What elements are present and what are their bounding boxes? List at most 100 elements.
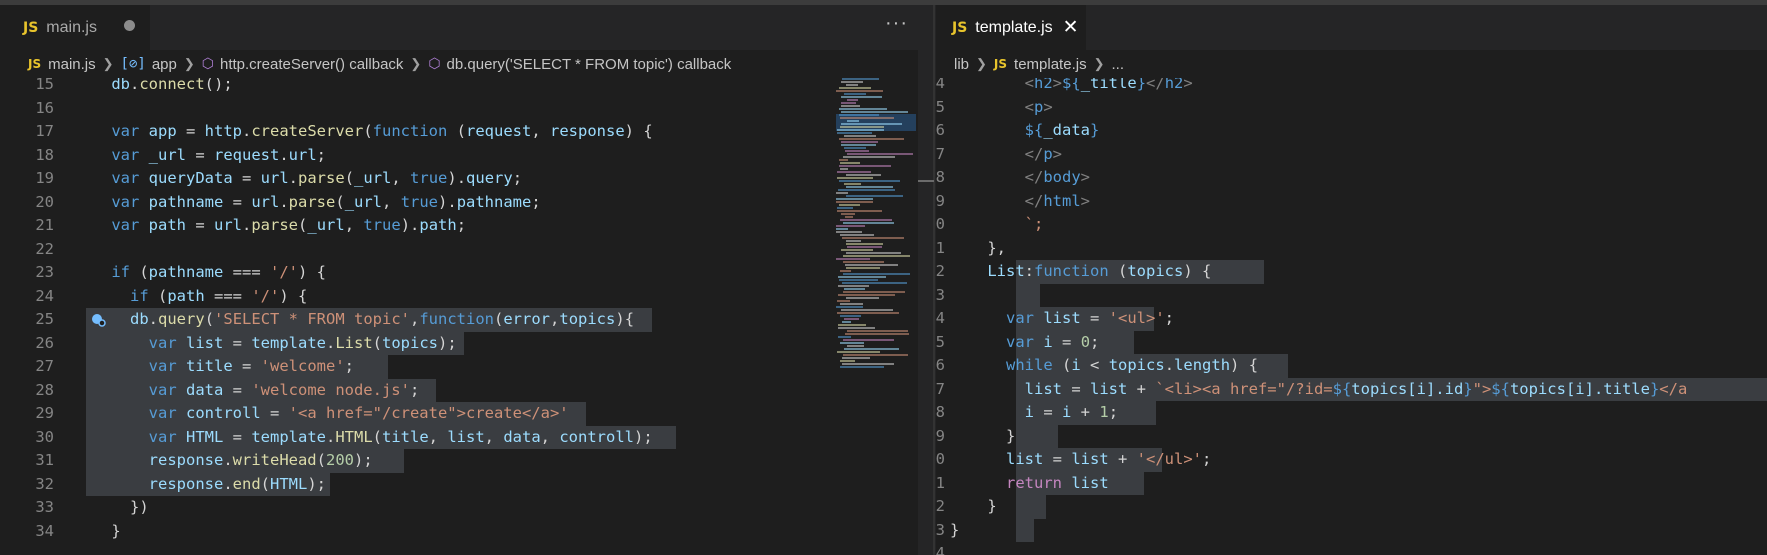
split-divider[interactable]: [933, 5, 935, 555]
code-line[interactable]: 31 response.writeHead(200);: [0, 449, 918, 473]
code-line[interactable]: 30 list = list + '</ul>';: [936, 448, 1767, 472]
code-line[interactable]: 27 list = list + `<li><a href="/?id=${to…: [936, 377, 1767, 401]
lightbulb-icon[interactable]: [90, 312, 106, 328]
code-line[interactable]: 29 var controll = '<a href="/create">cre…: [0, 402, 918, 426]
code-line[interactable]: 20 var pathname = url.parse(_url, true).…: [0, 191, 918, 215]
minimap-line: [843, 222, 894, 224]
minimap-line: [837, 312, 899, 314]
unsaved-dot-icon[interactable]: [124, 20, 135, 31]
code-text: db.connect();: [111, 78, 233, 93]
minimap-line: [844, 318, 859, 320]
minimap-line: [839, 204, 860, 206]
line-number: 15: [936, 97, 945, 116]
minimap-line: [837, 177, 873, 179]
line-number: 26: [936, 356, 945, 374]
minimap-line: [840, 219, 892, 221]
method-cube-icon: ⬡: [201, 56, 214, 72]
line-number: 25: [936, 332, 945, 351]
code-text: while (i < topics.length) {: [1006, 356, 1259, 374]
code-line[interactable]: 28 i = i + 1;: [936, 401, 1767, 425]
line-number: 28: [936, 403, 945, 421]
code-line[interactable]: 25 var i = 0;: [936, 330, 1767, 354]
chevron-right-icon: ❯: [102, 56, 114, 71]
code-line[interactable]: 34 }: [0, 520, 918, 544]
code-line[interactable]: 34: [936, 542, 1767, 555]
code-line[interactable]: 28 var data = 'welcome node.js';: [0, 378, 918, 402]
line-number: 23: [35, 263, 54, 281]
breadcrumb-item[interactable]: ...: [1111, 56, 1124, 73]
chevron-right-icon: ❯: [410, 56, 422, 71]
line-number: 27: [35, 357, 54, 375]
minimap-line: [845, 150, 869, 152]
minimap[interactable]: [836, 78, 916, 378]
minimap-line: [847, 246, 882, 248]
code-line[interactable]: 32 }: [936, 495, 1767, 519]
minimap-line: [843, 339, 894, 341]
code-line[interactable]: 23 if (pathname === '/') {: [0, 261, 918, 285]
code-line[interactable]: 14 <h2>${_title}</h2>: [936, 78, 1767, 96]
breadcrumb-item[interactable]: app: [152, 56, 177, 73]
vertical-scrollbar[interactable]: [918, 5, 936, 555]
code-text: if (pathname === '/') {: [111, 263, 326, 281]
code-text: }: [950, 520, 960, 539]
breadcrumb-item[interactable]: lib: [954, 56, 969, 73]
line-number: 26: [35, 333, 54, 352]
code-line[interactable]: 19 var queryData = url.parse(_url, true)…: [0, 167, 918, 191]
minimap-line: [836, 231, 862, 233]
code-line[interactable]: 33 }): [0, 496, 918, 520]
code-line[interactable]: 15 <p>: [936, 96, 1767, 120]
code-line[interactable]: 23: [936, 283, 1767, 307]
code-line[interactable]: 32 response.end(HTML);: [0, 472, 918, 496]
code-line[interactable]: 31 return list: [936, 471, 1767, 495]
code-line[interactable]: 22 List:function (topics) {: [936, 260, 1767, 284]
code-editor[interactable]: 15 db.connect(); 16 17 var app = http.crea…: [0, 78, 918, 555]
code-line[interactable]: 21 },: [936, 237, 1767, 261]
minimap-line: [842, 237, 904, 239]
code-text: return list: [1006, 473, 1109, 492]
code-line[interactable]: 16 ${_data}: [936, 119, 1767, 143]
close-icon[interactable]: ✕: [1063, 16, 1079, 39]
minimap-line: [839, 279, 878, 281]
minimap-line: [837, 171, 871, 173]
code-line[interactable]: 18 var _url = request.url;: [0, 144, 918, 168]
code-line[interactable]: 25 db.query('SELECT * FROM topic',functi…: [0, 308, 918, 332]
line-number: 16: [936, 121, 945, 139]
code-line[interactable]: 22: [0, 238, 918, 262]
code-line[interactable]: 18 </body>: [936, 166, 1767, 190]
line-number: 32: [35, 474, 54, 493]
minimap-line: [841, 105, 860, 107]
code-line[interactable]: 16: [0, 97, 918, 121]
code-line[interactable]: 26 var list = template.List(topics);: [0, 331, 918, 355]
code-line[interactable]: 33}: [936, 518, 1767, 542]
minimap-line: [841, 249, 873, 251]
minimap-line: [846, 195, 903, 197]
more-actions-button[interactable]: ···: [885, 12, 908, 35]
code-line[interactable]: 24 if (path === '/') {: [0, 285, 918, 309]
code-editor[interactable]: 14 <h2>${_title}</h2>15 <p>16 ${_data}17…: [936, 78, 1767, 555]
tab-template-js[interactable]: JS template.js ✕: [936, 5, 1086, 50]
code-line[interactable]: 29 }: [936, 424, 1767, 448]
tab-main-js[interactable]: JS main.js: [0, 5, 150, 50]
code-line[interactable]: 15 db.connect();: [0, 78, 918, 97]
code-line[interactable]: 17 </p>: [936, 143, 1767, 167]
code-line[interactable]: 19 </html>: [936, 190, 1767, 214]
minimap-line: [841, 111, 908, 113]
code-line[interactable]: 30 var HTML = template.HTML(title, list,…: [0, 425, 918, 449]
minimap-line: [838, 294, 895, 296]
code-line[interactable]: 27 var title = 'welcome';: [0, 355, 918, 379]
code-text: var i = 0;: [1006, 332, 1100, 351]
code-line[interactable]: 26 while (i < topics.length) {: [936, 354, 1767, 378]
js-file-icon: JS: [952, 19, 968, 36]
code-line[interactable]: 21 var path = url.parse(_url, true).path…: [0, 214, 918, 238]
breadcrumb-item[interactable]: main.js: [48, 56, 96, 73]
breadcrumb-item[interactable]: db.query('SELECT * FROM topic') callback: [447, 56, 732, 73]
breadcrumb-item[interactable]: http.createServer() callback: [220, 56, 403, 73]
code-text: var data = 'welcome node.js';: [148, 380, 420, 399]
code-line[interactable]: 17 var app = http.createServer(function …: [0, 120, 918, 144]
line-number: 33: [936, 520, 945, 539]
minimap-line: [841, 309, 893, 311]
scrollbar-thumb[interactable]: [918, 180, 934, 182]
code-line[interactable]: 20 `;: [936, 213, 1767, 237]
code-line[interactable]: 24 var list = '<ul>';: [936, 307, 1767, 331]
breadcrumb-item[interactable]: template.js: [1014, 56, 1087, 73]
